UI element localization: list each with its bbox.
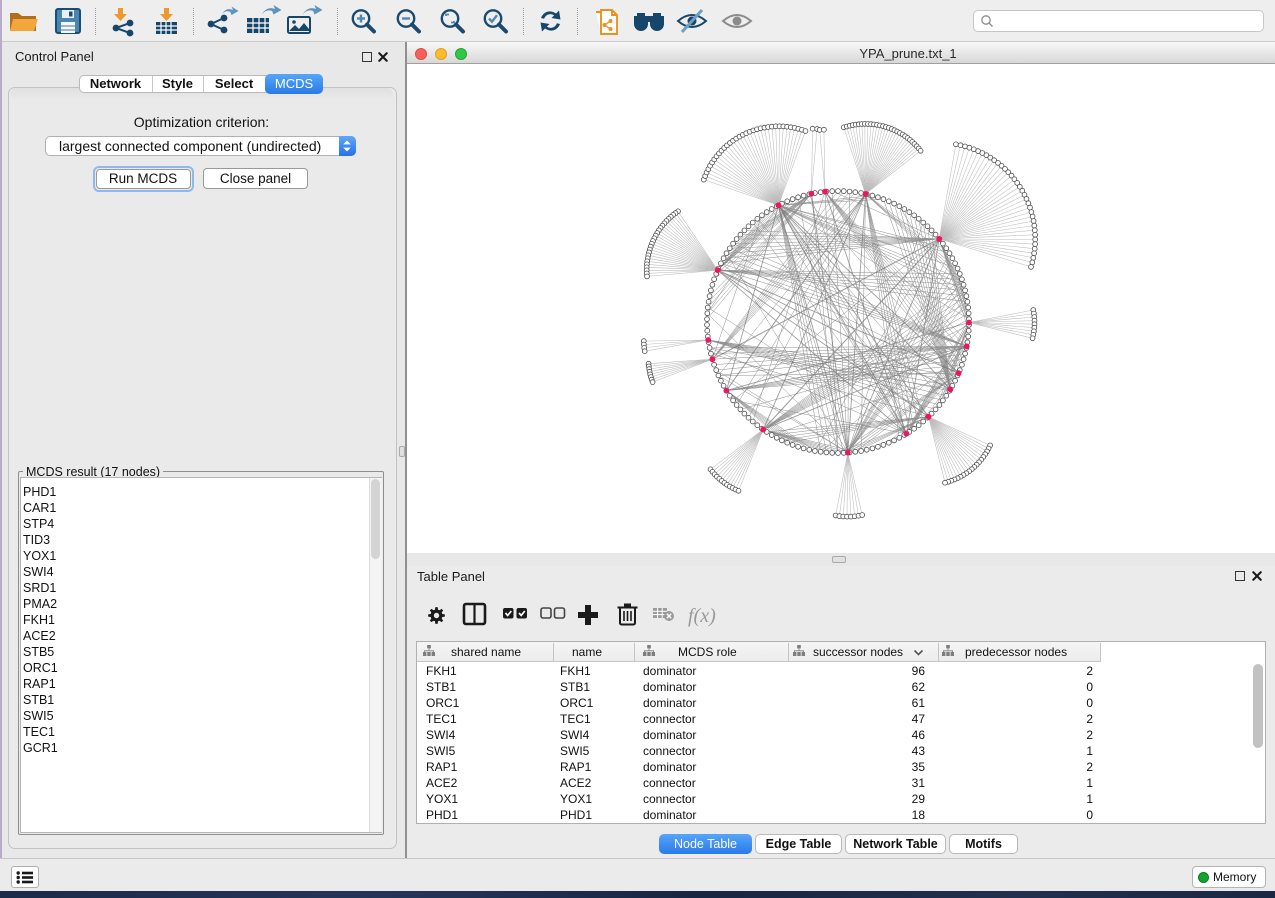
svg-text:f(x): f(x) — [688, 605, 716, 627]
